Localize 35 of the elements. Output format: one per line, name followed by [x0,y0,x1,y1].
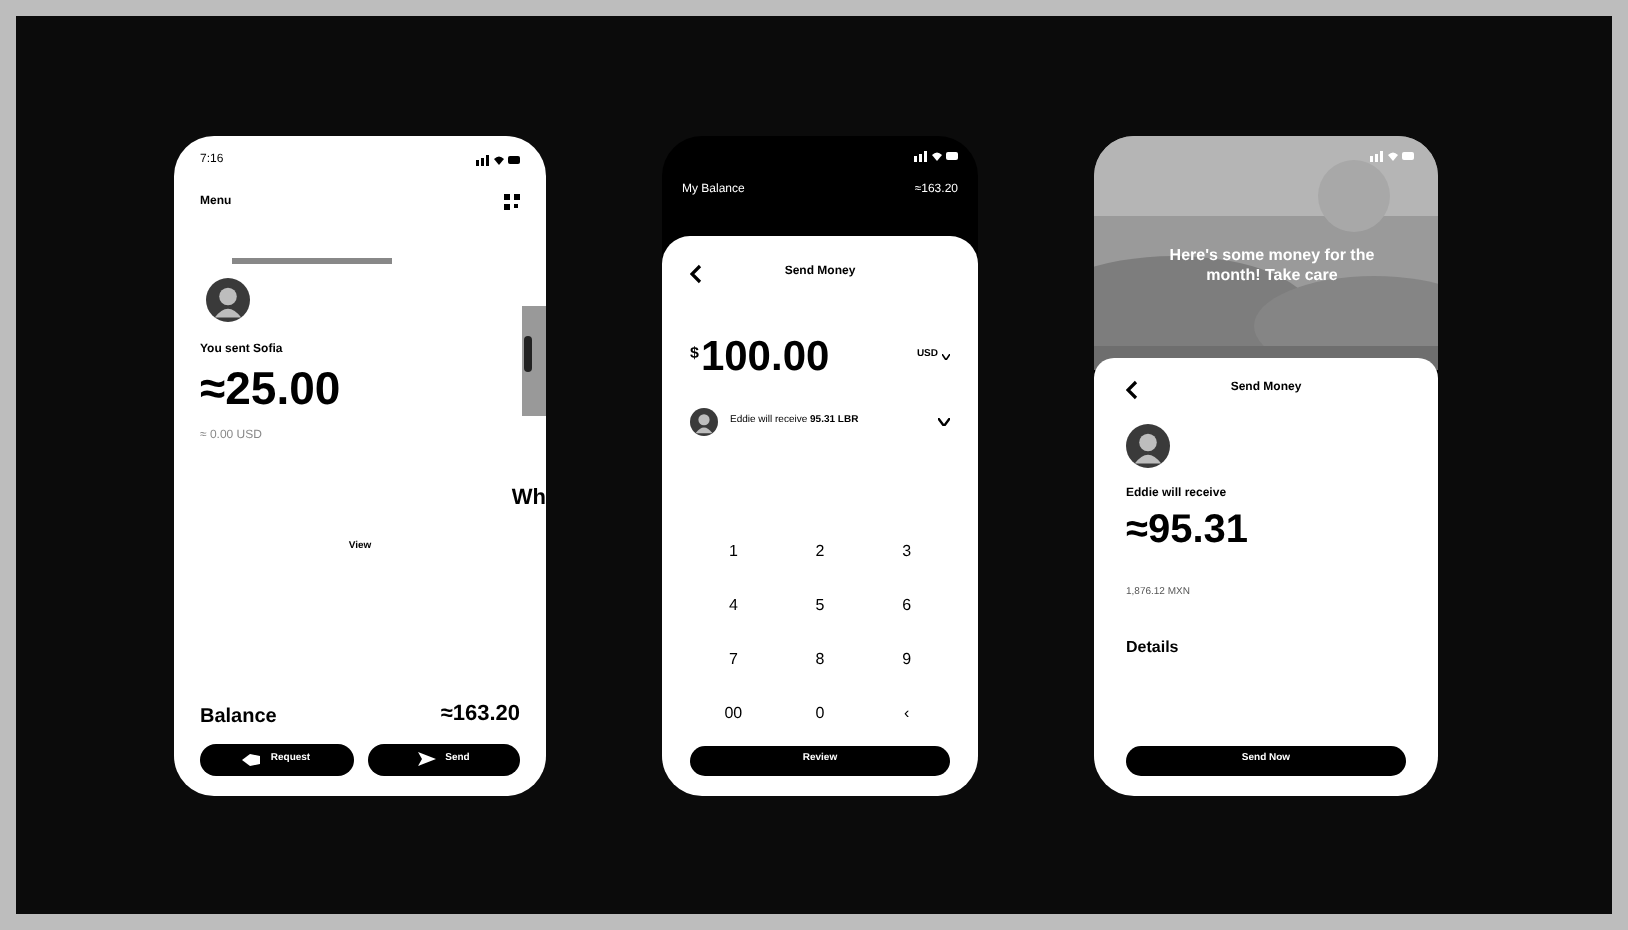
keypad-key[interactable]: 8 [776,647,864,671]
amount-field[interactable]: $100.00 [690,335,830,377]
send-icon [417,752,436,766]
keypad-key[interactable]: 4 [690,593,777,617]
status-icons [1370,149,1414,161]
receive-amount: ≈95.31 [1126,509,1251,549]
keypad-key[interactable]: 00 [690,701,777,725]
keypad-key[interactable]: 1 [690,539,777,563]
avatar-icon [690,407,718,435]
keypad-key[interactable]: 5 [776,593,864,617]
back-button[interactable] [1126,379,1142,399]
keypad-key[interactable]: 0 [776,701,864,725]
qr-icon [504,194,520,210]
next-card-title: Wh [511,483,546,513]
sent-amount: ≈25.00 [200,365,343,411]
keypad-key[interactable]: 3 [863,539,950,563]
back-button[interactable] [690,263,706,283]
back-icon [690,263,702,283]
avatar-icon [1126,423,1170,467]
avatar-icon [206,277,250,321]
status-icons [914,149,958,161]
back-icon [1126,379,1138,399]
balance-amount: ≈163.20 [440,700,520,730]
keypad-key[interactable]: 7 [690,647,777,671]
keypad-key[interactable]: 6 [863,593,950,617]
keypad-key[interactable]: 2 [776,539,864,563]
details-heading: Details [1126,636,1181,660]
status-icons [476,154,520,166]
keypad-key[interactable]: 9 [863,647,950,671]
chevron-down-icon [938,417,950,425]
photo-message: Here's some money for the month! Take care [1167,245,1377,285]
balance-label: Balance [200,703,277,731]
keypad-key[interactable]: ‹ [863,701,950,725]
card-picture-icon [522,305,546,415]
caret-icon [942,353,950,359]
